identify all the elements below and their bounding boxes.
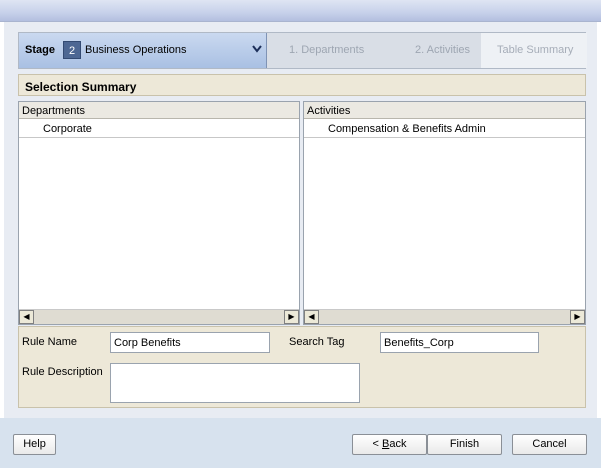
scroll-left-arrow-icon[interactable]: ◀ [19,310,34,324]
stage-selector[interactable]: Stage 2 Business Operations [19,33,267,68]
list-item[interactable]: Corporate [19,120,299,138]
scroll-left-arrow-icon[interactable]: ◀ [304,310,319,324]
back-rest: ack [389,438,407,450]
cancel-button[interactable]: Cancel [512,434,587,455]
help-button[interactable]: Help [13,434,56,455]
departments-header: Departments [19,102,299,119]
rule-form: Rule Name Search Tag Rule Description [18,326,586,408]
departments-panel: Departments Corporate ◀ ▶ [18,101,300,325]
scroll-right-arrow-icon[interactable]: ▶ [570,310,585,324]
stage-number-badge: 2 [63,41,81,59]
activities-hscrollbar[interactable]: ◀ ▶ [304,309,585,324]
finish-button[interactable]: Finish [427,434,502,455]
stage-navigation-bar: Stage 2 Business Operations 1. Departmen… [18,32,587,69]
wizard-footer: Help < Back Finish Cancel [0,418,601,468]
rule-description-label: Rule Description [22,366,103,378]
back-prefix: < [372,438,382,450]
step-activities[interactable]: 2. Activities [415,44,470,56]
rule-name-label: Rule Name [22,336,78,348]
selection-summary-heading: Selection Summary [18,74,586,96]
back-button[interactable]: < Back [352,434,427,455]
step-table-summary[interactable]: Table Summary [497,44,573,56]
scroll-right-arrow-icon[interactable]: ▶ [284,310,299,324]
search-tag-label: Search Tag [289,336,345,348]
step-departments[interactable]: 1. Departments [289,44,364,56]
rule-description-input[interactable] [110,363,360,403]
activities-panel: Activities Compensation & Benefits Admin… [303,101,586,325]
rule-name-input[interactable] [110,332,270,353]
chevron-down-icon[interactable] [251,42,263,56]
search-tag-input[interactable] [380,332,539,353]
window-titlebar [0,0,601,22]
scroll-track[interactable] [319,310,570,324]
departments-hscrollbar[interactable]: ◀ ▶ [19,309,299,324]
list-item[interactable]: Compensation & Benefits Admin [304,120,585,138]
stage-label: Stage [25,44,55,56]
stage-name: Business Operations [85,44,187,56]
scroll-track[interactable] [34,310,284,324]
activities-header: Activities [304,102,585,119]
